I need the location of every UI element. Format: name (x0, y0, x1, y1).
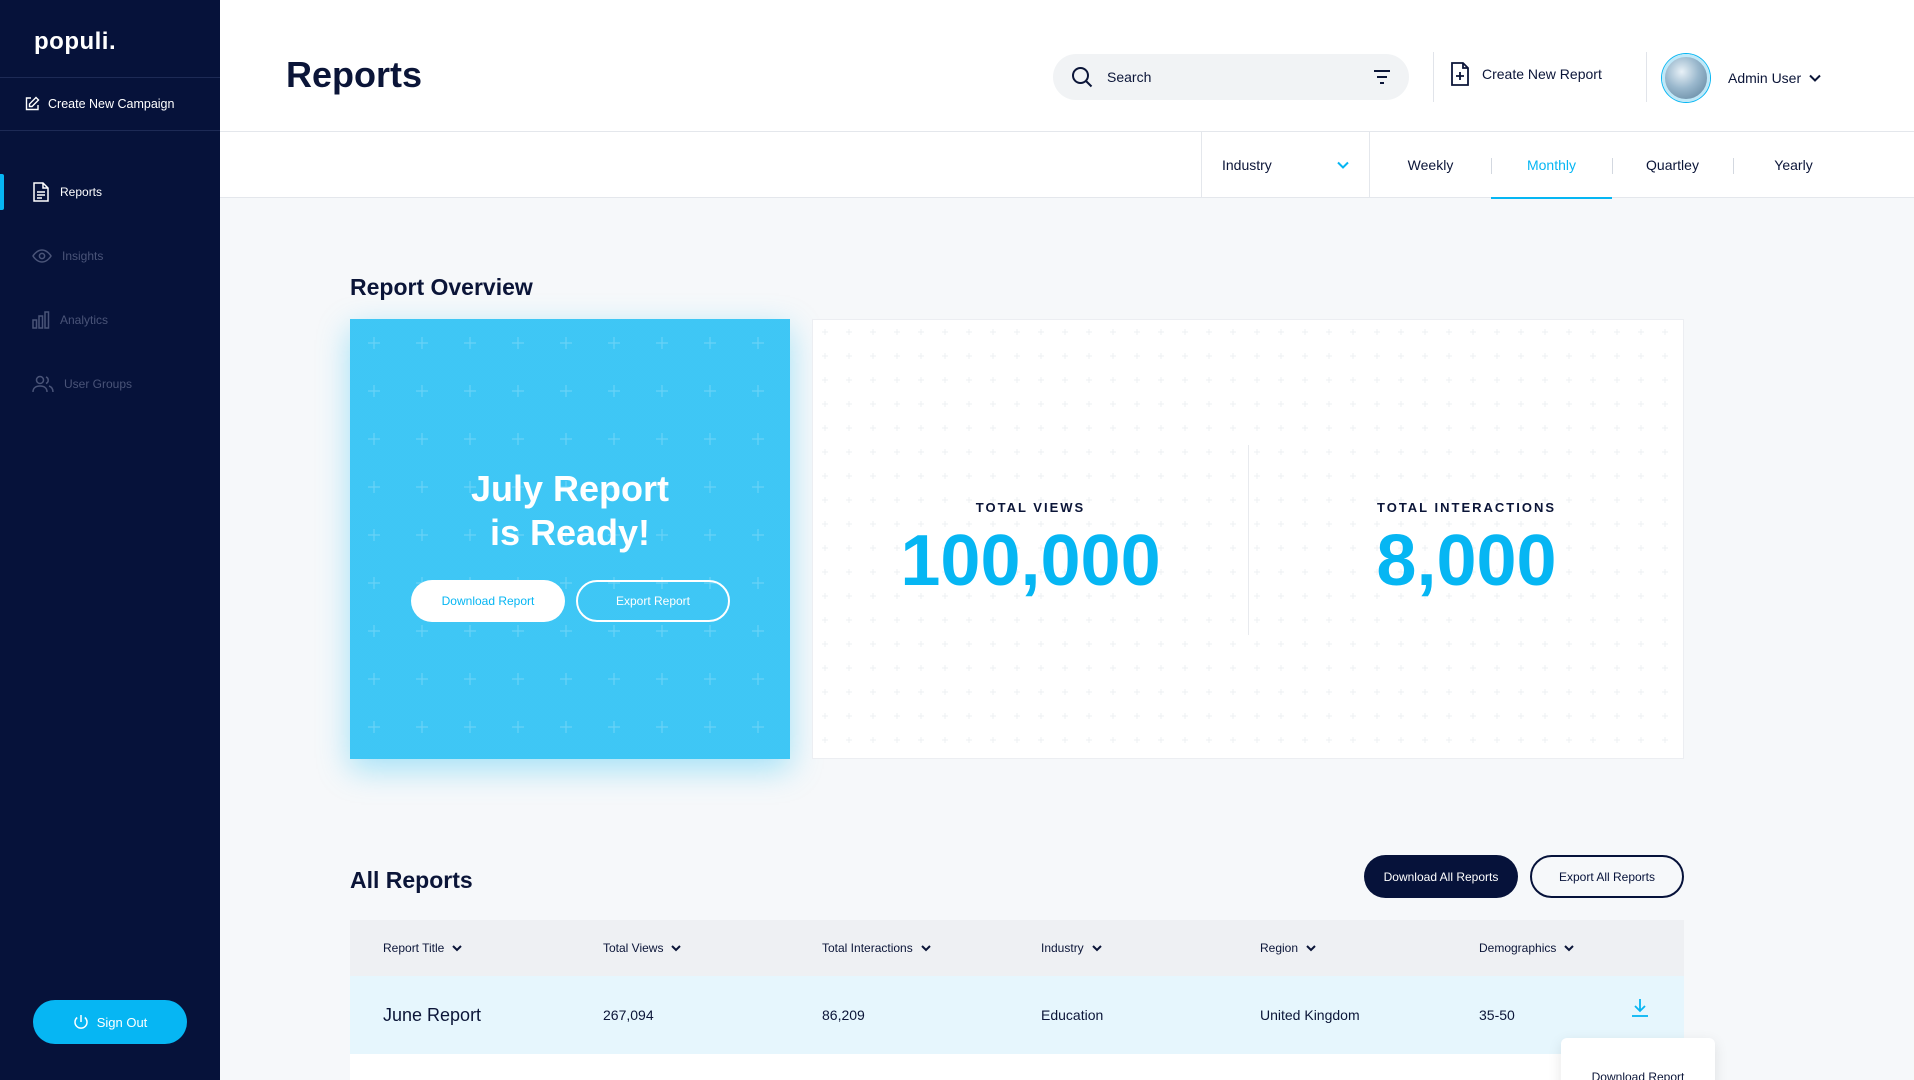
bar-chart-icon (32, 311, 50, 329)
total-interactions-label: TOTAL INTERACTIONS (1377, 500, 1556, 515)
sidebar-item-label: User Groups (64, 377, 133, 391)
avatar (1662, 54, 1710, 102)
export-all-reports-button[interactable]: Export All Reports (1530, 855, 1684, 898)
sidebar-nav: Reports Insights Analytics User Groups (0, 160, 220, 416)
download-icon[interactable] (1631, 998, 1649, 1018)
column-header-report-title[interactable]: Report Title (383, 920, 463, 976)
column-header-total-interactions[interactable]: Total Interactions (822, 920, 931, 976)
tooltip-label: Download Report (1591, 1070, 1685, 1080)
column-label: Region (1260, 941, 1299, 955)
all-reports-title: All Reports (350, 867, 473, 893)
sign-out-button[interactable]: Sign Out (33, 1000, 187, 1044)
report-ready-line2: is Ready! (489, 512, 651, 553)
report-overview-title: Report Overview (350, 274, 533, 300)
column-header-demographics[interactable]: Demographics (1479, 920, 1575, 976)
chevron-down-icon (921, 944, 931, 951)
user-name: Admin User (1728, 70, 1802, 86)
reports-table: Report Title Total Views Total Interacti… (350, 920, 1715, 1080)
user-menu[interactable]: Admin User (1662, 54, 1821, 102)
filter-icon[interactable] (1373, 69, 1391, 85)
sidebar: populi. Create New Campaign Reports Insi… (0, 0, 220, 1080)
chevron-down-icon (1091, 944, 1102, 951)
search-icon (1072, 67, 1093, 88)
report-ready-heading: July Report is Ready! (350, 467, 790, 555)
stats-card: TOTAL VIEWS 100,000 TOTAL INTERACTIONS 8… (812, 319, 1684, 759)
tab-monthly[interactable]: Monthly (1491, 132, 1612, 199)
column-header-industry[interactable]: Industry (1041, 920, 1102, 976)
total-views-value: 100,000 (900, 521, 1161, 601)
tab-label: Quartley (1646, 157, 1699, 173)
tab-weekly[interactable]: Weekly (1370, 132, 1491, 198)
column-label: Demographics (1479, 941, 1557, 955)
chevron-down-icon (671, 944, 682, 951)
page-header: Reports Create New Report Admin User (220, 0, 1914, 132)
search-input[interactable] (1107, 69, 1373, 85)
tab-quarterly[interactable]: Quartley (1612, 132, 1733, 198)
cell-region: United Kingdom (1260, 1007, 1360, 1023)
total-views-label: TOTAL VIEWS (975, 500, 1086, 515)
create-report-label: Create New Report (1482, 66, 1602, 82)
file-plus-icon (1451, 62, 1469, 86)
chevron-down-icon (1564, 944, 1575, 951)
report-ready-card: July Report is Ready! Download Report Ex… (350, 319, 790, 759)
create-campaign-button[interactable]: Create New Campaign (0, 77, 220, 131)
eye-icon (32, 249, 52, 263)
report-ready-line1: July Report (470, 468, 670, 509)
table-header: Report Title Total Views Total Interacti… (350, 920, 1684, 976)
users-icon (32, 375, 54, 393)
download-all-reports-button[interactable]: Download All Reports (1364, 855, 1518, 898)
column-label: Report Title (383, 941, 445, 955)
sidebar-item-user-groups[interactable]: User Groups (0, 352, 220, 416)
create-report-button[interactable]: Create New Report (1450, 62, 1602, 86)
column-header-region[interactable]: Region (1260, 920, 1316, 976)
download-report-tooltip: Download Report (1561, 1038, 1715, 1080)
cell-total-views: 267,094 (603, 1007, 654, 1023)
table-row[interactable] (350, 1054, 1684, 1080)
total-interactions-stat: TOTAL INTERACTIONS 8,000 (1249, 500, 1683, 601)
sidebar-item-insights[interactable]: Insights (0, 224, 220, 288)
create-campaign-label: Create New Campaign (48, 97, 175, 111)
sidebar-item-label: Reports (60, 185, 103, 199)
sidebar-item-analytics[interactable]: Analytics (0, 288, 220, 352)
search-bar[interactable] (1053, 54, 1409, 100)
header-divider (1646, 52, 1647, 102)
page-title: Reports (286, 54, 423, 95)
column-label: Total Views (603, 941, 664, 955)
tab-label: Weekly (1407, 157, 1454, 173)
sidebar-item-label: Analytics (60, 313, 109, 327)
column-label: Total Interactions (822, 941, 913, 955)
table-row[interactable]: June Report 267,094 86,209 Education Uni… (350, 976, 1684, 1054)
cell-demographics: 35-50 (1479, 1007, 1515, 1023)
column-label: Industry (1041, 941, 1084, 955)
cell-industry: Education (1041, 1007, 1104, 1023)
column-header-total-views[interactable]: Total Views (603, 920, 682, 976)
industry-dropdown-label: Industry (1222, 157, 1272, 173)
filter-bar: Industry Weekly Monthly Quartley Yearly (220, 132, 1914, 199)
header-divider (1433, 52, 1434, 102)
chevron-down-icon (1337, 161, 1349, 169)
app-logo[interactable]: populi. (34, 28, 116, 56)
export-report-button[interactable]: Export Report (576, 580, 730, 622)
tab-label: Monthly (1526, 157, 1577, 173)
cell-report-title: June Report (383, 1004, 482, 1025)
total-interactions-value: 8,000 (1376, 521, 1557, 601)
chevron-down-icon (1306, 944, 1316, 951)
download-report-button[interactable]: Download Report (411, 580, 565, 622)
cell-total-interactions: 86,209 (822, 1007, 865, 1023)
total-views-stat: TOTAL VIEWS 100,000 (813, 500, 1248, 599)
sidebar-item-reports[interactable]: Reports (0, 160, 220, 224)
tab-label: Yearly (1774, 157, 1813, 173)
power-icon (73, 1015, 88, 1029)
industry-dropdown[interactable]: Industry (1201, 132, 1370, 198)
chevron-down-icon (1809, 74, 1821, 82)
sign-out-label: Sign Out (96, 1014, 148, 1030)
document-icon (33, 182, 49, 202)
edit-icon (25, 96, 40, 111)
tab-yearly[interactable]: Yearly (1733, 132, 1854, 198)
sidebar-item-label: Insights (62, 249, 104, 263)
chevron-down-icon (452, 944, 463, 951)
